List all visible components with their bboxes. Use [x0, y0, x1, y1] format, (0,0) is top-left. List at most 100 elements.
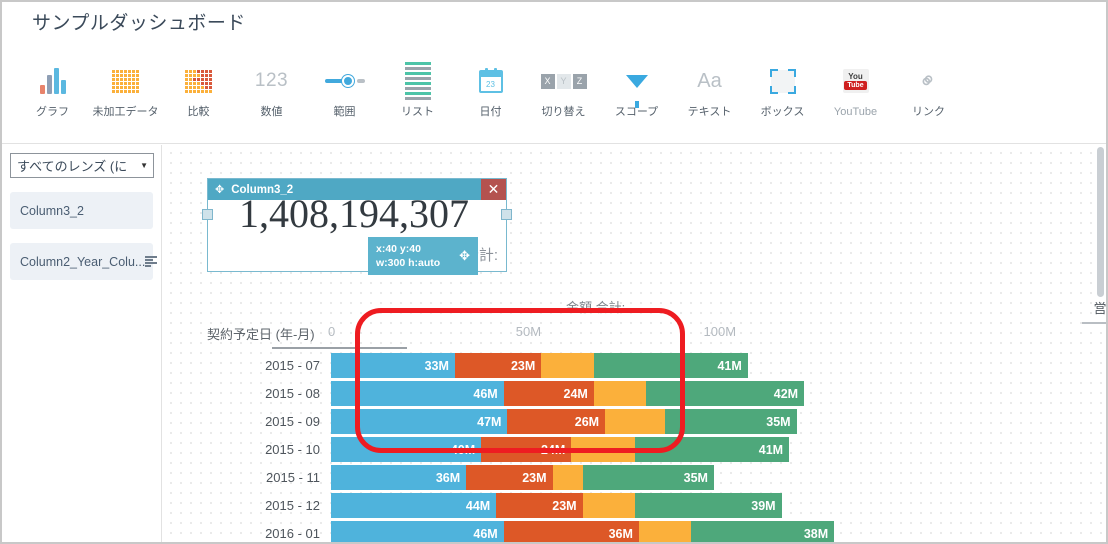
- text-aa-glyph: Aa: [697, 69, 722, 92]
- chart-segment[interactable]: 24M: [481, 437, 572, 462]
- chart-segment[interactable]: 41M: [593, 353, 748, 378]
- funnel-icon: [614, 64, 660, 108]
- page-title: サンプルダッシュボード: [32, 13, 246, 34]
- chart-row-bars: 47M 26M 35M: [331, 409, 797, 434]
- chart-row[interactable]: 2016 - 01 46M 36M 38M: [188, 520, 1068, 542]
- compare-grid-icon: [176, 64, 222, 98]
- raw-data-grid-icon: [103, 64, 149, 98]
- chart-segment[interactable]: [571, 437, 636, 462]
- chart-segment[interactable]: 24M: [503, 381, 594, 406]
- chart-segment[interactable]: 33M: [331, 353, 455, 378]
- chart-segment[interactable]: 41M: [635, 437, 790, 462]
- chart-segment[interactable]: [582, 493, 636, 518]
- tool-label: リンク: [912, 106, 945, 118]
- chart-row-label: 2015 - 11: [266, 470, 320, 485]
- chart-segment[interactable]: 38M: [691, 521, 835, 542]
- number-123-glyph: 123: [254, 70, 289, 91]
- tool-list[interactable]: リスト: [381, 48, 454, 134]
- chart-row[interactable]: 2015 - 07 33M 23M 41M: [188, 352, 1068, 380]
- tool-date[interactable]: 23 日付: [454, 48, 527, 134]
- vertical-scrollbar[interactable]: [1097, 147, 1104, 540]
- tool-label: 数値: [260, 106, 283, 118]
- resize-handle-left[interactable]: [202, 209, 213, 220]
- youtube-tube-text: Tube: [844, 81, 867, 90]
- dashboard-canvas[interactable]: ✥ Column3_2 ✕ 1,408,194,307 金額 合計: x:40 …: [163, 145, 1106, 542]
- chart-row-label: 2015 - 12: [265, 498, 320, 513]
- tool-label: 比較: [187, 106, 210, 118]
- chart-segment[interactable]: 36M: [331, 465, 467, 490]
- chart-segment[interactable]: 36M: [503, 521, 639, 542]
- tool-scope[interactable]: スコープ: [600, 48, 673, 134]
- tool-label: グラフ: [36, 106, 69, 118]
- chart-segment[interactable]: [638, 521, 692, 542]
- sidebar-item-column2-year[interactable]: Column2_Year_Colu...: [10, 243, 158, 280]
- tool-switch[interactable]: X Y Z 切り替え: [527, 48, 600, 134]
- chart-row-bars: 36M 23M 35M: [331, 465, 714, 490]
- chart-segment[interactable]: 23M: [466, 465, 553, 490]
- chart-row-label: 2015 - 10: [265, 442, 320, 457]
- tool-label: テキスト: [687, 106, 732, 118]
- tool-compare[interactable]: 比較: [162, 48, 235, 134]
- dashboard-app: サンプルダッシュボード グラフ 未加工データ 比較 123 数値 範囲 リスト …: [0, 0, 1108, 544]
- tool-range[interactable]: 範囲: [308, 48, 381, 134]
- xyz-x: X: [540, 73, 555, 89]
- chart-row[interactable]: 2015 - 12 44M 23M 39M: [188, 492, 1068, 520]
- sidebar-item-column3-2[interactable]: Column3_2: [10, 192, 153, 229]
- chart-row[interactable]: 2015 - 09 47M 26M 35M: [188, 408, 1068, 436]
- chart-segment[interactable]: 35M: [665, 409, 797, 434]
- chart-segment[interactable]: 47M: [331, 409, 508, 434]
- chart-segment[interactable]: 44M: [331, 493, 497, 518]
- chart-segment[interactable]: 46M: [331, 381, 504, 406]
- chart-segment[interactable]: 23M: [454, 353, 542, 378]
- x-axis-tick: 100M: [703, 324, 737, 339]
- tool-box[interactable]: ボックス: [746, 48, 819, 134]
- scrollbar-thumb[interactable]: [1097, 147, 1104, 297]
- tool-label: スコープ: [614, 106, 659, 118]
- chart-header-rule: [272, 347, 407, 349]
- tool-link[interactable]: ⚭ リンク: [892, 48, 965, 134]
- youtube-icon: You Tube: [833, 64, 879, 98]
- resize-handle-right[interactable]: [501, 209, 512, 220]
- chart-segment[interactable]: 42M: [646, 381, 805, 406]
- sidebar-item-label: Column2_Year_Colu...: [20, 254, 146, 269]
- text-aa-icon: Aa: [687, 64, 733, 98]
- widget-toolbar: グラフ 未加工データ 比較 123 数値 範囲 リスト 23 日付 X Y Z …: [2, 48, 1106, 144]
- chart-row[interactable]: 2015 - 10 40M 24M 41M: [188, 436, 1068, 464]
- chart-row-label: 2016 - 01: [265, 526, 320, 541]
- calendar-day: 23: [486, 79, 495, 89]
- xyz-y: Y: [556, 73, 571, 89]
- tool-text[interactable]: Aa テキスト: [673, 48, 746, 134]
- x-axis-tick: 50M: [515, 324, 542, 339]
- widget-value: 1,408,194,307: [239, 191, 469, 236]
- chart-segment[interactable]: 23M: [496, 493, 583, 518]
- tooltip-xy: x:40 y:40: [376, 243, 421, 255]
- box-icon: [760, 64, 806, 98]
- list-icon: [145, 256, 158, 267]
- tool-graph[interactable]: グラフ: [16, 48, 89, 134]
- xyz-toggle-icon: X Y Z: [540, 64, 587, 98]
- chart-row[interactable]: 2015 - 08 46M 24M 42M: [188, 380, 1068, 408]
- chart-segment[interactable]: [552, 465, 583, 490]
- range-slider-icon: [322, 64, 368, 98]
- chart-row-bars: 46M 36M 38M: [331, 521, 835, 542]
- number-123-icon: 123: [249, 64, 295, 98]
- x-axis-tick: 0: [328, 324, 336, 339]
- chart-segment[interactable]: [605, 409, 666, 434]
- lens-filter-select[interactable]: すべてのレンズ (に ▼: [10, 153, 154, 178]
- chart-segment[interactable]: 26M: [507, 409, 606, 434]
- tool-youtube[interactable]: You Tube YouTube: [819, 48, 892, 134]
- chart-row-label: 2015 - 09: [265, 414, 320, 429]
- tool-raw-data[interactable]: 未加工データ: [89, 48, 162, 134]
- chart-row-bars: 40M 24M 41M: [331, 437, 790, 462]
- chart-row-label: 2015 - 08: [265, 386, 320, 401]
- chart-segment[interactable]: 39M: [635, 493, 782, 518]
- chart-segment[interactable]: [593, 381, 647, 406]
- chart-row[interactable]: 2015 - 11 36M 23M 35M: [188, 464, 1068, 492]
- chart-segment[interactable]: [541, 353, 594, 378]
- chart-segment[interactable]: 35M: [582, 465, 714, 490]
- tool-number[interactable]: 123 数値: [235, 48, 308, 134]
- move-icon[interactable]: ✥: [459, 249, 470, 263]
- chart-segment[interactable]: 40M: [331, 437, 482, 462]
- widget-position-tooltip: x:40 y:40 w:300 h:auto ✥: [368, 237, 478, 275]
- chart-segment[interactable]: 46M: [331, 521, 504, 542]
